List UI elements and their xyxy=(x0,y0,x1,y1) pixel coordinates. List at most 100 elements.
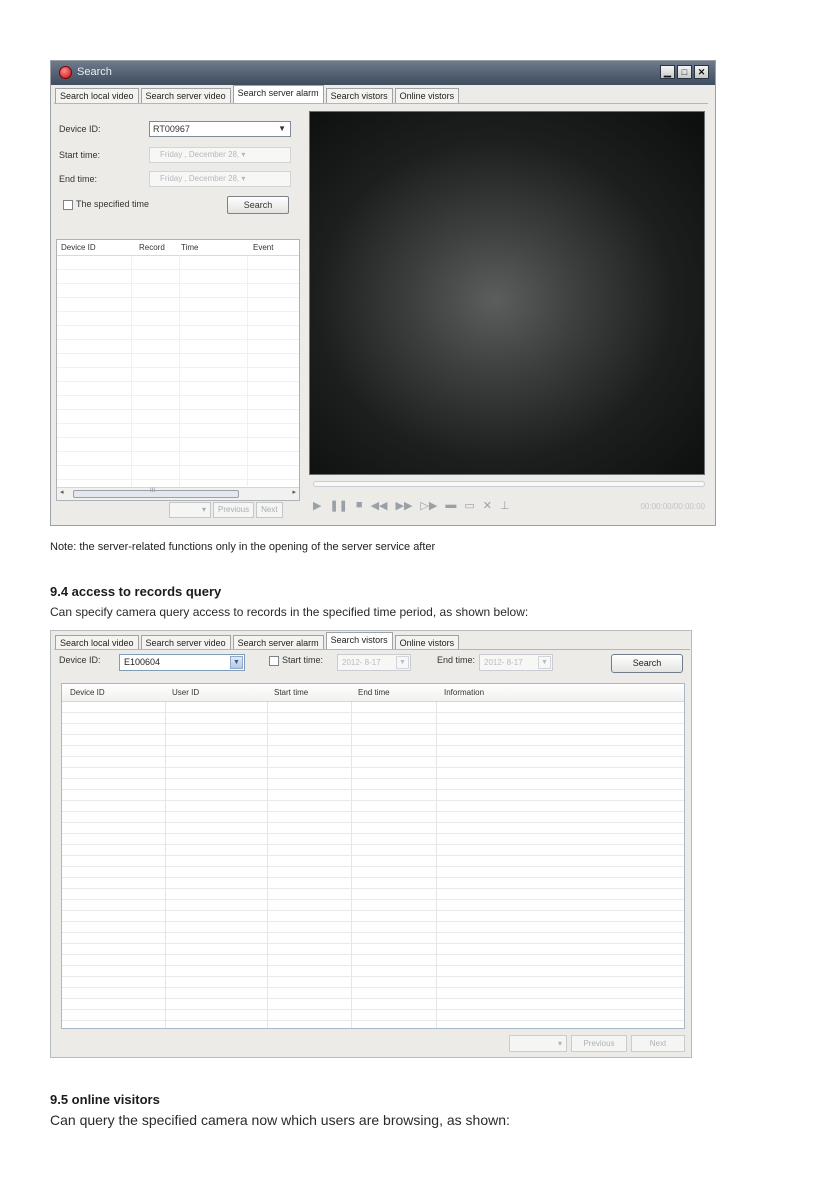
note-text: Note: the server-related functions only … xyxy=(50,541,436,553)
pager: ▾ Previous Next xyxy=(169,502,283,518)
specified-time-checkbox[interactable] xyxy=(63,199,73,210)
specified-time-label: The specified time xyxy=(76,199,150,209)
column-record[interactable]: Record xyxy=(139,243,165,252)
device-id-select[interactable]: RT00967 ▼ xyxy=(149,121,291,137)
column-event[interactable]: Event xyxy=(253,243,273,252)
next-button[interactable]: Next xyxy=(256,502,283,518)
next-frame-icon[interactable]: ▷▶ xyxy=(420,499,437,512)
tab-search-local-video[interactable]: Search local video xyxy=(55,635,139,650)
tab-divider xyxy=(54,649,690,650)
column-start-time[interactable]: Start time xyxy=(274,688,308,697)
folder-icon[interactable]: ▭ xyxy=(464,499,474,512)
start-time-picker[interactable]: Friday , December 28, ▾ xyxy=(149,147,291,163)
table-rows xyxy=(57,256,299,486)
window-title: Search xyxy=(77,66,112,78)
scroll-left-icon[interactable]: ◂ xyxy=(60,488,64,496)
tab-search-visitors[interactable]: Search vistors xyxy=(325,632,393,650)
scroll-right-icon[interactable]: ▸ xyxy=(292,488,296,496)
tab-search-server-video[interactable]: Search server video xyxy=(140,88,231,103)
stop-icon[interactable]: ■ xyxy=(356,499,363,512)
tab-search-server-alarm[interactable]: Search server alarm xyxy=(232,635,324,650)
search-window-screenshot: Search ▁ □ ✕ Search local video Search s… xyxy=(50,60,716,526)
maximize-button[interactable]: □ xyxy=(677,65,692,79)
end-time-value: 2012- 8-17 xyxy=(484,658,523,667)
tab-search-server-alarm[interactable]: Search server alarm xyxy=(232,85,324,103)
scrollbar-thumb[interactable]: III xyxy=(73,488,239,498)
clip-start-icon[interactable]: ✕ xyxy=(483,499,492,512)
column-user-id[interactable]: User ID xyxy=(172,688,199,697)
column-divider xyxy=(351,702,352,1028)
device-id-label: Device ID: xyxy=(59,124,101,134)
column-divider xyxy=(179,256,180,486)
close-button[interactable]: ✕ xyxy=(694,65,709,79)
search-visitors-screenshot: Search local video Search server video S… xyxy=(50,630,692,1058)
tab-search-local-video[interactable]: Search local video xyxy=(55,88,139,103)
minimize-button[interactable]: ▁ xyxy=(660,65,675,79)
device-id-value: E100604 xyxy=(124,657,161,667)
tab-bar: Search local video Search server video S… xyxy=(55,632,461,650)
start-time-label: Start time: xyxy=(59,150,101,160)
device-id-value: RT00967 xyxy=(153,124,190,134)
tab-online-visitors[interactable]: Online vistors xyxy=(394,88,460,103)
tab-search-visitors[interactable]: Search vistors xyxy=(325,88,393,103)
play-icon[interactable]: ▶ xyxy=(313,499,321,512)
chevron-down-icon: ▼ xyxy=(396,656,409,669)
search-button[interactable]: Search xyxy=(611,654,683,673)
time-readout: 00:00:00/00:00:00 xyxy=(640,502,705,511)
tab-divider xyxy=(54,103,708,104)
video-preview[interactable] xyxy=(309,111,705,475)
chevron-down-icon: ▼ xyxy=(230,656,243,669)
clip-end-icon[interactable]: ⊥ xyxy=(500,499,510,512)
start-time-label: Start time: xyxy=(282,655,324,665)
column-end-time[interactable]: End time xyxy=(358,688,390,697)
column-divider xyxy=(131,256,132,486)
chevron-down-icon: ▾ xyxy=(201,505,206,514)
chevron-down-icon: ▼ xyxy=(278,124,286,133)
page-select[interactable]: ▾ xyxy=(509,1035,567,1052)
end-time-label: End time: xyxy=(437,655,476,665)
tab-search-server-video[interactable]: Search server video xyxy=(140,635,231,650)
end-time-picker[interactable]: 2012- 8-17 ▼ xyxy=(479,654,553,671)
window-titlebar: Search ▁ □ ✕ xyxy=(51,61,715,85)
section-heading-9-5: 9.5 online visitors xyxy=(50,1092,160,1107)
start-time-group: Start time: xyxy=(269,655,323,666)
column-time[interactable]: Time xyxy=(181,243,198,252)
section-text-9-5: Can query the specified camera now which… xyxy=(50,1112,510,1128)
next-button[interactable]: Next xyxy=(631,1035,685,1052)
seek-slider[interactable] xyxy=(313,481,705,487)
chevron-down-icon: ▾ xyxy=(557,1039,562,1048)
rewind-icon[interactable]: ◀◀ xyxy=(371,499,388,512)
previous-button[interactable]: Previous xyxy=(213,502,255,518)
horizontal-scrollbar[interactable]: ◂ III ▸ xyxy=(57,487,299,500)
end-time-picker[interactable]: Friday , December 28, ▾ xyxy=(149,171,291,187)
device-id-select[interactable]: E100604 ▼ xyxy=(119,654,245,671)
section-text-9-4: Can specify camera query access to recor… xyxy=(50,605,529,619)
column-information[interactable]: Information xyxy=(444,688,484,697)
snapshot-icon[interactable]: ▬ xyxy=(445,499,456,512)
previous-button[interactable]: Previous xyxy=(571,1035,627,1052)
visitor-results-table: Device ID User ID Start time End time In… xyxy=(61,683,685,1029)
column-device-id[interactable]: Device ID xyxy=(61,243,96,252)
device-id-label: Device ID: xyxy=(59,655,101,665)
column-divider xyxy=(267,702,268,1028)
start-time-checkbox[interactable] xyxy=(269,655,279,666)
table-rows xyxy=(62,702,684,1028)
chevron-down-icon: ▼ xyxy=(538,656,551,669)
tab-online-visitors[interactable]: Online vistors xyxy=(394,635,460,650)
column-device-id[interactable]: Device ID xyxy=(70,688,105,697)
table-header: Device ID User ID Start time End time In… xyxy=(62,684,684,702)
pause-icon[interactable]: ❚❚ xyxy=(329,499,347,512)
table-header: Device ID Record Time Event xyxy=(57,240,299,256)
start-time-value: 2012- 8-17 xyxy=(342,658,381,667)
column-divider xyxy=(165,702,166,1028)
search-button[interactable]: Search xyxy=(227,196,289,214)
page-select[interactable]: ▾ xyxy=(169,502,211,518)
app-logo-icon xyxy=(59,66,72,79)
playback-controls: ▶ ❚❚ ■ ◀◀ ▶▶ ▷▶ ▬ ▭ ✕ ⊥ xyxy=(313,499,510,512)
end-time-label: End time: xyxy=(59,174,98,184)
section-heading-9-4: 9.4 access to records query xyxy=(50,584,222,599)
start-time-picker[interactable]: 2012- 8-17 ▼ xyxy=(337,654,411,671)
column-divider xyxy=(247,256,248,486)
fast-forward-icon[interactable]: ▶▶ xyxy=(395,499,412,512)
scrollbar-grip: III xyxy=(150,488,156,494)
